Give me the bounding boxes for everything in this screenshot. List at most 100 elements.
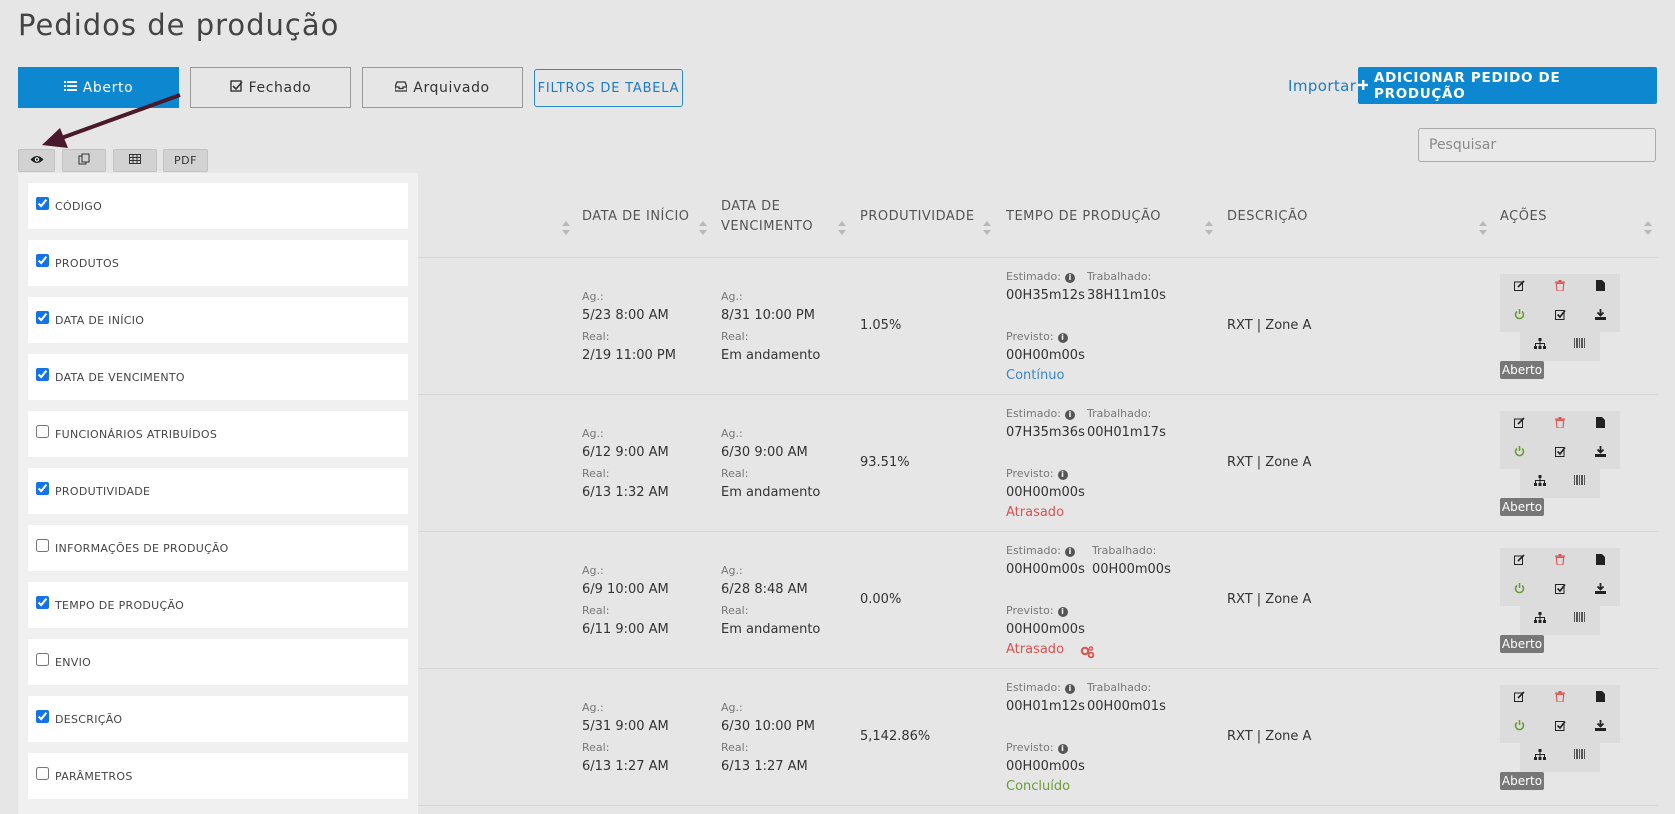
document-icon[interactable] — [1593, 554, 1607, 568]
sort-icon[interactable] — [838, 221, 846, 235]
column-visibility-button[interactable] — [18, 149, 55, 172]
column-option[interactable]: ENVIO — [28, 639, 408, 685]
worked-value: 00H00m00s — [1092, 562, 1171, 577]
estimated-value: 00H01m12s — [1006, 699, 1085, 714]
due-real-value: Em andamento — [721, 622, 821, 637]
start-real-label: Real: — [582, 330, 610, 343]
info-icon: i — [1064, 684, 1075, 694]
start-sched-label: Ag.: — [582, 701, 604, 714]
column-checkbox[interactable] — [36, 538, 49, 552]
download-icon[interactable] — [1593, 720, 1607, 734]
column-checkbox[interactable] — [36, 310, 49, 324]
check-square-icon[interactable] — [1553, 583, 1567, 597]
info-icon: i — [1057, 607, 1068, 617]
column-option[interactable]: TEMPO DE PRODUÇÃO — [28, 582, 408, 628]
header-due-line2: VENCIMENTO — [721, 219, 814, 234]
column-visibility-panel: CÓDIGO PRODUTOS DATA DE INÍCIO DATA DE VENC… — [18, 173, 418, 814]
table-filters-button[interactable]: FILTROS DE TABELA — [534, 69, 683, 107]
edit-icon[interactable] — [1512, 280, 1526, 294]
download-icon[interactable] — [1593, 446, 1607, 460]
document-icon[interactable] — [1593, 691, 1607, 705]
forecast-label: Previsto: i — [1006, 741, 1068, 754]
power-icon[interactable] — [1512, 446, 1526, 460]
column-option-label: DESCRIÇÃO — [55, 712, 123, 726]
download-icon[interactable] — [1593, 309, 1607, 323]
column-checkbox[interactable] — [36, 481, 49, 495]
sitemap-icon[interactable] — [1533, 612, 1547, 626]
estimated-label-text: Estimado: — [1006, 681, 1061, 694]
sort-icon[interactable] — [699, 221, 707, 235]
column-checkbox[interactable] — [36, 424, 49, 438]
estimated-label: Estimado: i — [1006, 544, 1075, 557]
check-square-icon[interactable] — [1553, 720, 1567, 734]
column-option[interactable]: DESCRIÇÃO — [28, 696, 408, 742]
column-checkbox[interactable] — [36, 253, 49, 267]
check-square-icon[interactable] — [1553, 309, 1567, 323]
check-square-icon[interactable] — [1553, 446, 1567, 460]
column-option[interactable]: DATA DE VENCIMENTO — [28, 354, 408, 400]
sort-icon[interactable] — [1205, 221, 1213, 235]
power-icon[interactable] — [1512, 583, 1526, 597]
excel-button[interactable] — [113, 149, 157, 172]
edit-icon[interactable] — [1512, 417, 1526, 431]
column-checkbox[interactable] — [36, 367, 49, 381]
tab-fechado[interactable]: Fechado — [190, 67, 351, 108]
edit-icon[interactable] — [1512, 691, 1526, 705]
column-option[interactable]: PARÂMETROS — [28, 753, 408, 799]
document-icon[interactable] — [1593, 280, 1607, 294]
column-option[interactable]: PRODUTOS — [28, 240, 408, 286]
column-option[interactable]: FUNCIONÁRIOS ATRIBUÍDOS — [28, 411, 408, 457]
pdf-button[interactable]: PDF — [163, 149, 208, 172]
barcode-icon[interactable] — [1573, 475, 1587, 489]
header-production-time: TEMPO DE PRODUÇÃO — [1006, 209, 1162, 224]
trash-icon[interactable] — [1553, 280, 1567, 294]
power-icon[interactable] — [1512, 720, 1526, 734]
barcode-icon[interactable] — [1573, 338, 1587, 352]
start-sched-value: 6/9 10:00 AM — [582, 582, 669, 597]
column-option[interactable]: PRODUTIVIDADE — [28, 468, 408, 514]
sort-icon[interactable] — [562, 221, 570, 235]
column-checkbox[interactable] — [36, 766, 49, 780]
estimated-label: Estimado: i — [1006, 681, 1075, 694]
copy-icon — [78, 153, 90, 168]
search-input[interactable] — [1418, 128, 1656, 162]
estimated-label: Estimado: i — [1006, 407, 1075, 420]
edit-icon[interactable] — [1512, 554, 1526, 568]
sort-icon[interactable] — [983, 221, 991, 235]
due-sched-label: Ag.: — [721, 427, 743, 440]
sitemap-icon[interactable] — [1533, 749, 1547, 763]
forecast-label-text: Previsto: — [1006, 741, 1054, 754]
tab-arquivado[interactable]: Arquivado — [362, 67, 523, 108]
sort-icon[interactable] — [1644, 221, 1652, 235]
add-production-order-button[interactable]: ADICIONAR PEDIDO DE PRODUÇÃO — [1358, 67, 1657, 104]
column-checkbox[interactable] — [36, 709, 49, 723]
column-option-label: DATA DE INÍCIO — [55, 313, 145, 327]
column-checkbox[interactable] — [36, 652, 49, 666]
barcode-icon[interactable] — [1573, 612, 1587, 626]
copy-button[interactable] — [62, 149, 106, 172]
column-option[interactable]: CÓDIGO — [28, 183, 408, 229]
actions-panel-bottom — [1520, 469, 1600, 498]
document-icon[interactable] — [1593, 417, 1607, 431]
column-checkbox[interactable] — [36, 595, 49, 609]
due-real-label: Real: — [721, 741, 749, 754]
sort-icon[interactable] — [1479, 221, 1487, 235]
barcode-icon[interactable] — [1573, 749, 1587, 763]
trash-icon[interactable] — [1553, 417, 1567, 431]
power-icon[interactable] — [1512, 309, 1526, 323]
status-text: Atrasado — [1006, 642, 1065, 657]
eye-icon — [30, 154, 44, 167]
trash-icon[interactable] — [1553, 554, 1567, 568]
import-link[interactable]: Importar — [1288, 77, 1356, 95]
column-checkbox[interactable] — [36, 196, 49, 210]
forecast-label-text: Previsto: — [1006, 467, 1054, 480]
trash-icon[interactable] — [1553, 691, 1567, 705]
sitemap-icon[interactable] — [1533, 338, 1547, 352]
column-option[interactable]: INFORMAÇÕES DE PRODUÇÃO — [28, 525, 408, 571]
sitemap-icon[interactable] — [1533, 475, 1547, 489]
info-icon: i — [1057, 744, 1068, 754]
column-option[interactable]: DATA DE INÍCIO — [28, 297, 408, 343]
header-due-line1: DATA DE — [721, 199, 781, 214]
download-icon[interactable] — [1593, 583, 1607, 597]
row-divider — [418, 668, 1658, 669]
